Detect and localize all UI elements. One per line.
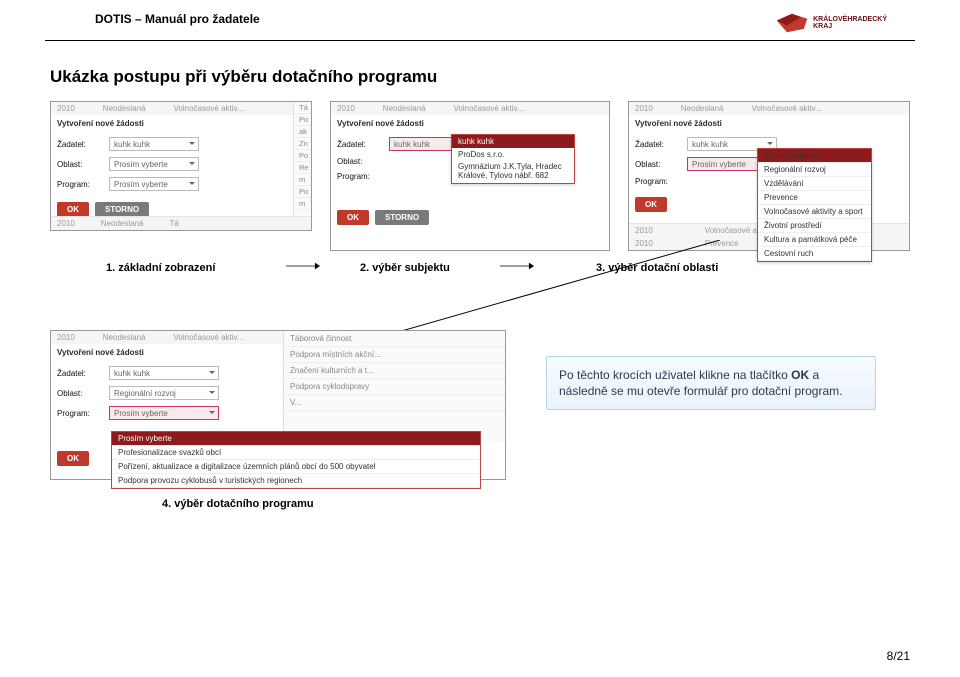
program-select[interactable]: Prosím vyberte	[109, 406, 219, 420]
label-oblast: Oblast:	[635, 160, 679, 169]
table-header-row: 2010 Neodeslaná Volnočasové aktiv...	[629, 102, 909, 115]
table-header-row: 2010 Neodeslaná Volnočasové aktiv...	[51, 102, 311, 115]
logo-shape-icon	[775, 12, 809, 34]
table-row: 2010 Neodeslaná Tá	[51, 216, 311, 230]
caption-1: 1. základní zobrazení	[106, 262, 286, 274]
list-item: Podpora místních akční...	[284, 347, 505, 363]
panel-title: Vytvoření nové žádosti	[629, 115, 909, 134]
label-program: Program:	[57, 180, 101, 189]
label-program: Program:	[57, 409, 101, 418]
label-zadatel: Žadatel:	[57, 369, 101, 378]
panel-title: Vytvoření nové žádosti	[51, 344, 283, 363]
dropdown-option[interactable]: Regionální rozvoj	[758, 163, 871, 177]
storno-button[interactable]: STORNO	[375, 210, 429, 225]
label-program: Program:	[635, 177, 679, 186]
dropdown-option[interactable]: Prosím vyberte	[758, 149, 871, 163]
dropdown-option[interactable]: Profesionalizace svazků obcí	[112, 446, 480, 460]
table-header-row: 2010 Neodeslaná Volnočasové aktiv...	[51, 331, 283, 344]
label-program: Program:	[337, 172, 381, 181]
dropdown-option[interactable]: Cestovní ruch	[758, 247, 871, 261]
dim-cell: Volnočasové aktiv...	[174, 104, 244, 113]
label-oblast: Oblast:	[57, 389, 101, 398]
dropdown-option[interactable]: Pořízení, aktualizace a digitalizace úze…	[112, 460, 480, 474]
header-title: DOTIS – Manuál pro žadatele	[95, 12, 260, 26]
zadatel-select[interactable]: kuhk kuhk	[109, 137, 199, 151]
zadatel-dropdown-list[interactable]: kuhk kuhk ProDos s.r.o. Gymnázium J.K.Ty…	[451, 134, 575, 184]
oblast-select[interactable]: Prosím vyberte	[109, 157, 199, 171]
page-number: 8/21	[887, 649, 910, 663]
table-header-row: 2010 Neodeslaná Volnočasové aktiv...	[331, 102, 609, 115]
program-select[interactable]: Prosím vyberte	[109, 177, 199, 191]
info-note: Po těchto krocích uživatel klikne na tla…	[546, 356, 876, 410]
label-oblast: Oblast:	[57, 160, 101, 169]
dropdown-option[interactable]: Podpora provozu cyklobusů v turistických…	[112, 474, 480, 488]
dropdown-option[interactable]: Kultura a památková péče	[758, 233, 871, 247]
ok-button[interactable]: OK	[57, 451, 89, 466]
dropdown-option[interactable]: Životní prostředí	[758, 219, 871, 233]
dropdown-option[interactable]: Vzdělávání	[758, 177, 871, 191]
storno-button[interactable]: STORNO	[95, 202, 149, 217]
list-item: Podpora cyklodopravy	[284, 379, 505, 395]
logo-text: KRÁLOVÉHRADECKÝ KRAJ	[813, 16, 887, 30]
dim-cell: 2010	[57, 104, 75, 113]
note-bold: OK	[791, 368, 809, 382]
note-text-pre: Po těchto krocích uživatel klikne na tla…	[559, 368, 791, 382]
screenshot-3: 2010 Neodeslaná Volnočasové aktiv... Vyt…	[628, 101, 910, 251]
region-logo: KRÁLOVÉHRADECKÝ KRAJ	[775, 12, 887, 34]
dropdown-option[interactable]: ProDos s.r.o.	[452, 148, 574, 161]
list-item: V...	[284, 395, 505, 411]
panel-title: Vytvoření nové žádosti	[51, 115, 311, 134]
page-title: Ukázka postupu při výběru dotačního prog…	[50, 67, 915, 87]
caption-4: 4. výběr dotačního programu	[162, 498, 915, 510]
label-zadatel: Žadatel:	[337, 140, 381, 149]
list-item: Značení kulturních a t...	[284, 363, 505, 379]
oblast-select[interactable]: Regionální rozvoj	[109, 386, 219, 400]
label-oblast: Oblast:	[337, 157, 381, 166]
label-zadatel: Žadatel:	[57, 140, 101, 149]
screenshots-row-1: 2010 Neodeslaná Volnočasové aktiv... Vyt…	[50, 101, 915, 251]
dim-cell: Neodeslaná	[103, 104, 146, 113]
program-dropdown-list[interactable]: Prosím vyberte Profesionalizace svazků o…	[111, 431, 481, 489]
panel-title: Vytvoření nové žádosti	[331, 115, 609, 134]
label-zadatel: Žadatel:	[635, 140, 679, 149]
truncated-column: Tá Po ak Zn Po Re m Po m	[293, 102, 311, 230]
screenshot-4: 2010 Neodeslaná Volnočasové aktiv... Vyt…	[50, 330, 506, 480]
ok-button[interactable]: OK	[57, 202, 89, 217]
dropdown-option[interactable]: Prevence	[758, 191, 871, 205]
dropdown-option[interactable]: Prosím vyberte	[112, 432, 480, 446]
dropdown-option[interactable]: kuhk kuhk	[452, 135, 574, 148]
dropdown-option[interactable]: Volnočasové aktivity a sport	[758, 205, 871, 219]
side-list: Táborová činnost Podpora místních akční.…	[283, 331, 505, 443]
oblast-dropdown-list[interactable]: Prosím vyberte Regionální rozvoj Vzděláv…	[757, 148, 872, 262]
zadatel-select[interactable]: kuhk kuhk	[109, 366, 219, 380]
screenshot-2: 2010 Neodeslaná Volnočasové aktiv... Vyt…	[330, 101, 610, 251]
screenshot-1: 2010 Neodeslaná Volnočasové aktiv... Vyt…	[50, 101, 312, 231]
page-header: DOTIS – Manuál pro žadatele KRÁLOVÉHRADE…	[45, 0, 915, 41]
dropdown-option[interactable]: Gymnázium J.K.Tyla, Hradec Králové, Tylo…	[452, 161, 574, 183]
ok-button[interactable]: OK	[635, 197, 667, 212]
list-item: Táborová činnost	[284, 331, 505, 347]
ok-button[interactable]: OK	[337, 210, 369, 225]
